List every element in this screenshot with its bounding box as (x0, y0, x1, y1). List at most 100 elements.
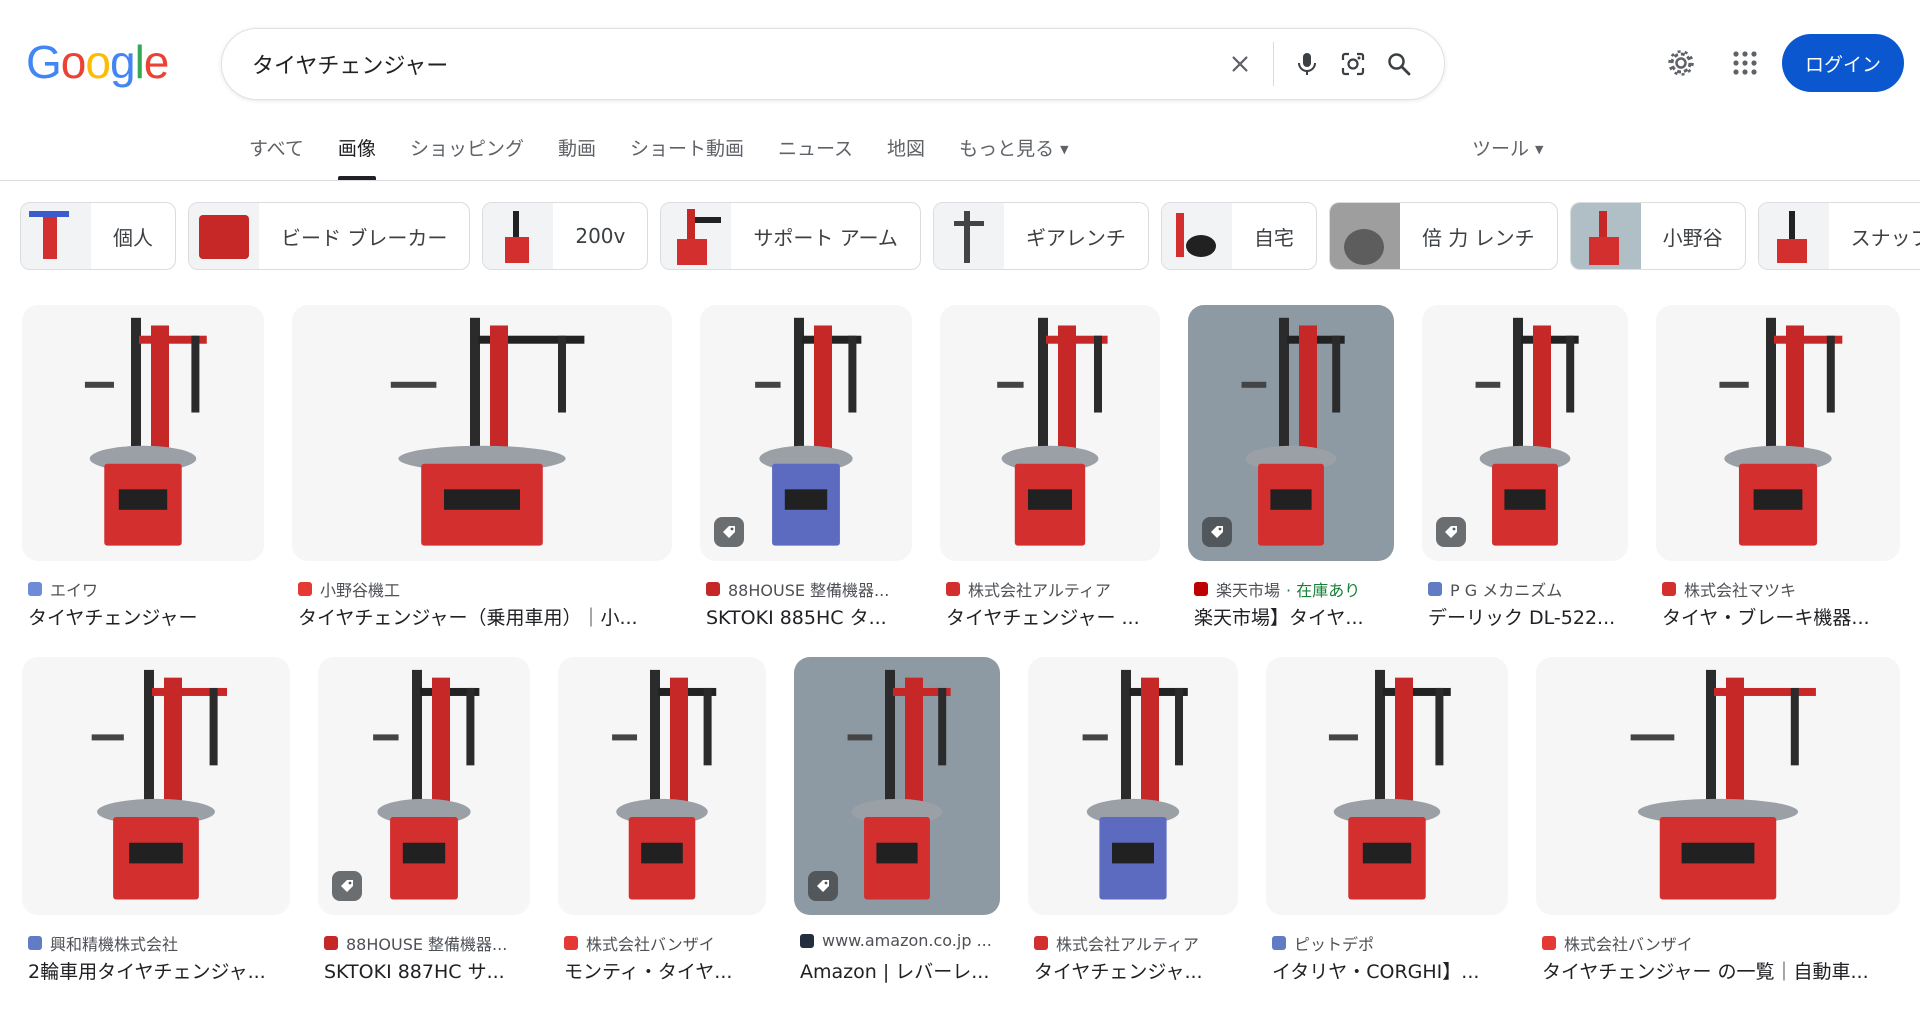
microphone-icon[interactable] (1284, 41, 1330, 87)
search-input[interactable] (252, 51, 1217, 77)
result-title[interactable]: タイヤチェンジャー ... (946, 603, 1160, 630)
tab-label: ショッピング (409, 138, 524, 160)
image-result[interactable]: 楽天市場 · 在庫あり 楽天市場】タイヤ... (1188, 305, 1394, 631)
result-source[interactable]: 興和精機株式会社 (28, 931, 290, 955)
chip[interactable]: ギアレンチ (932, 202, 1149, 270)
image-result[interactable]: 小野谷機工タイヤチェンジャー（乗用車用）｜小... (292, 305, 672, 631)
tab-news[interactable]: ニュース (778, 134, 853, 180)
result-source[interactable]: 88HOUSE 整備機器... (324, 931, 530, 955)
source-name: 小野谷機工 (320, 581, 401, 600)
result-thumbnail[interactable] (1266, 657, 1508, 915)
tab-images[interactable]: 画像 (337, 134, 376, 180)
result-title[interactable]: タイヤチェンジャー (28, 603, 264, 630)
result-source[interactable]: 株式会社マツキ (1662, 577, 1900, 601)
chip-thumbnail (661, 203, 732, 269)
image-result[interactable]: 株式会社マツキ タイヤ・ブレーキ機器... (1656, 305, 1900, 631)
logo-letter: e (143, 36, 170, 88)
image-result[interactable]: 株式会社バンザイ タイヤチェンジャー の一覧｜自動車... (1536, 657, 1900, 985)
image-result[interactable]: 株式会社アルティア タイヤチェンジャー ... (940, 305, 1160, 631)
result-source[interactable]: www.amazon.co.jp ... (800, 931, 1000, 950)
result-title[interactable]: タイヤチェンジャー の一覧｜自動車... (1542, 957, 1900, 984)
image-result[interactable]: 88HOUSE 整備機器... SKTOKI 885HC タ... (700, 305, 912, 631)
chip[interactable]: ビード ブレーカー (188, 202, 471, 270)
tools-label: ツール (1472, 138, 1530, 160)
source-name: 88HOUSE 整備機器... (346, 935, 508, 954)
result-thumbnail[interactable] (292, 305, 672, 561)
tab-label: 動画 (557, 138, 596, 160)
result-title[interactable]: SKTOKI 887HC サ... (324, 957, 530, 984)
apps-grid-icon[interactable] (1722, 40, 1768, 86)
image-result[interactable]: ピットデポ イタリヤ・CORGHI】... (1266, 657, 1508, 985)
logo-letter: o (60, 36, 87, 88)
result-title[interactable]: 2輪車用タイヤチェンジャ... (28, 957, 290, 984)
source-name: 楽天市場 (1216, 581, 1281, 600)
favicon-icon (564, 936, 578, 950)
result-source[interactable]: P G メカニズム (1428, 577, 1628, 601)
result-source[interactable]: 楽天市場 · 在庫あり (1194, 577, 1394, 601)
image-result[interactable]: エイワ タイヤチェンジャー (22, 305, 264, 631)
result-source[interactable]: ピットデポ (1272, 931, 1508, 955)
image-result[interactable]: 興和精機株式会社 2輪車用タイヤチェンジャ... (22, 657, 290, 985)
result-thumbnail[interactable] (22, 305, 264, 561)
product-tag-icon (1202, 517, 1232, 547)
result-source[interactable]: 株式会社バンザイ (1542, 931, 1900, 955)
tab-videos[interactable]: 動画 (558, 134, 596, 180)
result-thumbnail[interactable] (558, 657, 766, 915)
result-title[interactable]: タイヤチェンジャ... (1034, 957, 1238, 984)
logo-letter: g (109, 36, 136, 88)
result-title[interactable]: デーリック DL-522... (1428, 603, 1628, 630)
image-result[interactable]: P G メカニズム デーリック DL-522... (1422, 305, 1628, 631)
search-actions (1217, 29, 1444, 99)
chip[interactable]: 自宅 (1160, 202, 1317, 270)
result-thumbnail[interactable] (1656, 305, 1900, 561)
result-thumbnail[interactable] (1028, 657, 1238, 915)
result-title[interactable]: SKTOKI 885HC タ... (706, 603, 912, 630)
product-image (1630, 669, 1816, 900)
result-thumbnail[interactable] (22, 657, 290, 915)
search-icon[interactable] (1376, 41, 1422, 87)
settings-gear-icon[interactable] (1658, 40, 1704, 86)
image-result[interactable]: 株式会社バンザイモンティ・タイヤ... (558, 657, 766, 985)
result-source[interactable]: 株式会社バンザイ (564, 931, 766, 955)
image-result[interactable]: 株式会社アルティア タイヤチェンジャ... (1028, 657, 1238, 985)
tools-button[interactable]: ツール ▼ (1472, 134, 1543, 161)
result-title[interactable]: モンティ・タイヤ... (564, 957, 766, 984)
tab-maps[interactable]: 地図 (887, 134, 925, 180)
chip[interactable]: 倍 力 レンチ (1328, 202, 1558, 270)
tab-all[interactable]: すべて (249, 134, 304, 180)
result-source[interactable]: 88HOUSE 整備機器... (706, 577, 912, 601)
chip-label: 小野谷 (1662, 225, 1723, 250)
result-title[interactable]: タイヤチェンジャー（乗用車用）｜小... (298, 603, 672, 630)
clear-icon[interactable] (1217, 41, 1263, 87)
chip[interactable]: サポート アーム (660, 202, 921, 270)
product-tag-icon (332, 871, 362, 901)
chip[interactable]: 小野谷 (1569, 202, 1746, 270)
login-button[interactable]: ログイン (1782, 34, 1904, 92)
image-result[interactable]: 88HOUSE 整備機器... SKTOKI 887HC サ... (318, 657, 530, 985)
product-image (84, 317, 207, 546)
product-tag-icon (1436, 517, 1466, 547)
chip[interactable]: 200v (482, 202, 649, 270)
result-title[interactable]: イタリヤ・CORGHI】... (1272, 957, 1508, 984)
result-title[interactable]: タイヤ・ブレーキ機器... (1662, 603, 1900, 630)
google-logo[interactable]: Google (26, 36, 170, 88)
result-source[interactable]: 株式会社アルティア (946, 577, 1160, 601)
result-source[interactable]: エイワ (28, 577, 264, 601)
lens-icon[interactable] (1330, 41, 1376, 87)
tab-shopping[interactable]: ショッピング (410, 134, 524, 180)
chip[interactable]: 個人 (20, 202, 176, 270)
search-tabs: すべて 画像 ショッピング 動画 ショート動画 ニュース 地図 もっと見る ▼ (249, 134, 1103, 180)
result-source[interactable]: 株式会社アルティア (1034, 931, 1238, 955)
chip-thumbnail (21, 203, 91, 269)
result-title[interactable]: 楽天市場】タイヤ... (1194, 603, 1394, 630)
result-title[interactable]: Amazon | レバーレ... (800, 957, 1000, 984)
result-thumbnail[interactable] (1536, 657, 1900, 915)
result-thumbnail[interactable] (940, 305, 1160, 561)
product-image (1328, 669, 1451, 900)
result-source[interactable]: 小野谷機工 (298, 577, 672, 601)
source-name: 株式会社バンザイ (586, 935, 715, 954)
tab-short-videos[interactable]: ショート動画 (630, 134, 744, 180)
tab-more[interactable]: もっと見る ▼ (959, 134, 1068, 180)
image-result[interactable]: www.amazon.co.jp ... Amazon | レバーレ... (794, 657, 1000, 985)
chip[interactable]: スナップ オン (1757, 202, 1920, 270)
